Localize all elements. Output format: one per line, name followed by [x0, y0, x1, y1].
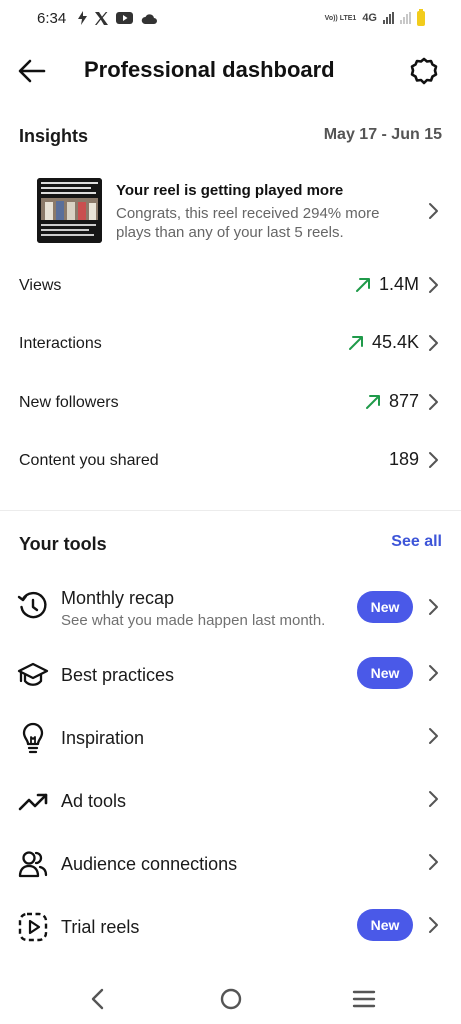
section-divider: [0, 510, 461, 511]
back-triangle-icon: [91, 988, 104, 1010]
system-nav-bar: [0, 974, 461, 1024]
trending-up-icon: [18, 793, 48, 811]
tool-subtitle: See what you made happen last month.: [61, 612, 326, 629]
chevron-right-icon: [429, 203, 438, 219]
youtube-icon: [116, 12, 133, 24]
tools-title: Your tools: [19, 534, 107, 554]
chevron-right-icon: [429, 665, 438, 681]
chevron-right-icon: [429, 854, 438, 870]
trend-up-arrow-icon: [365, 394, 380, 409]
insights-header: Insights May 17 - Jun 15: [19, 124, 442, 148]
metric-row-new-followers[interactable]: New followers 877: [19, 384, 439, 424]
reel-highlight-card[interactable]: Your reel is getting played more Congrat…: [37, 176, 439, 246]
people-icon: [18, 851, 48, 878]
cloud-icon: [141, 13, 157, 24]
trend-up-arrow-icon: [348, 335, 363, 350]
insights-date-range[interactable]: May 17 - Jun 15: [324, 126, 442, 144]
metric-label: Views: [19, 277, 62, 294]
status-system-icons: Vo)) LTE1 4G: [324, 8, 425, 27]
tool-label: Inspiration: [61, 728, 145, 748]
history-clock-icon: [17, 591, 47, 619]
metric-value: 45.4K: [371, 332, 419, 352]
tool-item-monthly-recap[interactable]: Monthly recap See what you made happen l…: [17, 584, 439, 634]
new-badge: New: [357, 591, 413, 623]
settings-button[interactable]: [409, 56, 439, 86]
reel-thumbnail: [37, 178, 102, 243]
home-circle-icon: [220, 988, 242, 1010]
chevron-right-icon: [429, 276, 438, 293]
metric-label: Content you shared: [19, 452, 159, 469]
arrow-left-icon: [18, 59, 46, 83]
app-header: Professional dashboard: [0, 50, 461, 92]
tool-label: Monthly recap: [61, 588, 175, 608]
chevron-right-icon: [429, 728, 438, 744]
metric-row-views[interactable]: Views 1.4M: [19, 267, 439, 307]
metric-label: Interactions: [19, 335, 102, 352]
metric-row-content-shared[interactable]: Content you shared 189: [19, 442, 439, 482]
tool-item-audience-connections[interactable]: Audience connections: [17, 839, 439, 889]
battery-icon: [417, 8, 425, 26]
nav-back-button[interactable]: [83, 984, 113, 1014]
status-notification-icons: [78, 9, 157, 27]
tool-item-inspiration[interactable]: Inspiration: [17, 713, 439, 763]
tool-label: Audience connections: [61, 854, 238, 874]
reel-play-icon: [18, 912, 48, 942]
signal-strength-secondary-icon: [400, 12, 411, 24]
status-time: 6:34: [37, 10, 67, 27]
metric-value: 189: [388, 449, 419, 469]
x-logo-icon: [95, 11, 108, 25]
page-title: Professional dashboard: [84, 57, 335, 82]
see-all-link[interactable]: See all: [391, 533, 442, 551]
status-bar: 6:34 Vo)) LTE1 4G: [0, 0, 461, 38]
tool-item-ad-tools[interactable]: Ad tools: [17, 776, 439, 826]
new-badge: New: [357, 909, 413, 941]
chevron-right-icon: [429, 599, 438, 615]
metric-label: New followers: [19, 394, 119, 411]
tools-header: Your tools See all: [19, 532, 442, 556]
menu-lines-icon: [352, 990, 376, 1008]
chevron-right-icon: [429, 393, 438, 410]
gear-icon: [410, 57, 438, 85]
metric-row-interactions[interactable]: Interactions 45.4K: [19, 325, 439, 365]
metric-value: 877: [388, 391, 419, 411]
chevron-right-icon: [429, 917, 438, 933]
tool-item-trial-reels[interactable]: Trial reels New: [17, 902, 439, 952]
new-badge: New: [357, 657, 413, 689]
network-type: 4G: [362, 12, 377, 24]
graduation-cap-icon: [17, 662, 49, 686]
nav-home-button[interactable]: [216, 984, 246, 1014]
metric-value: 1.4M: [378, 274, 419, 294]
tool-label: Best practices: [61, 665, 175, 685]
tool-label: Ad tools: [61, 791, 127, 811]
chevron-right-icon: [429, 791, 438, 807]
trend-up-arrow-icon: [355, 277, 370, 292]
volte-indicator: Vo)) LTE1: [324, 14, 357, 22]
signal-strength-icon: [383, 12, 394, 24]
reel-card-body: Congrats, this reel received 294% more p…: [116, 205, 380, 241]
lightbulb-icon: [22, 722, 44, 754]
tool-label: Trial reels: [61, 917, 140, 937]
bolt-icon: [78, 11, 87, 25]
back-button[interactable]: [16, 56, 48, 86]
chevron-right-icon: [429, 334, 438, 351]
insights-title: Insights: [19, 126, 89, 146]
tool-item-best-practices[interactable]: Best practices New: [17, 650, 439, 700]
nav-recents-button[interactable]: [349, 984, 379, 1014]
reel-card-title: Your reel is getting played more: [116, 182, 344, 199]
chevron-right-icon: [429, 451, 438, 468]
